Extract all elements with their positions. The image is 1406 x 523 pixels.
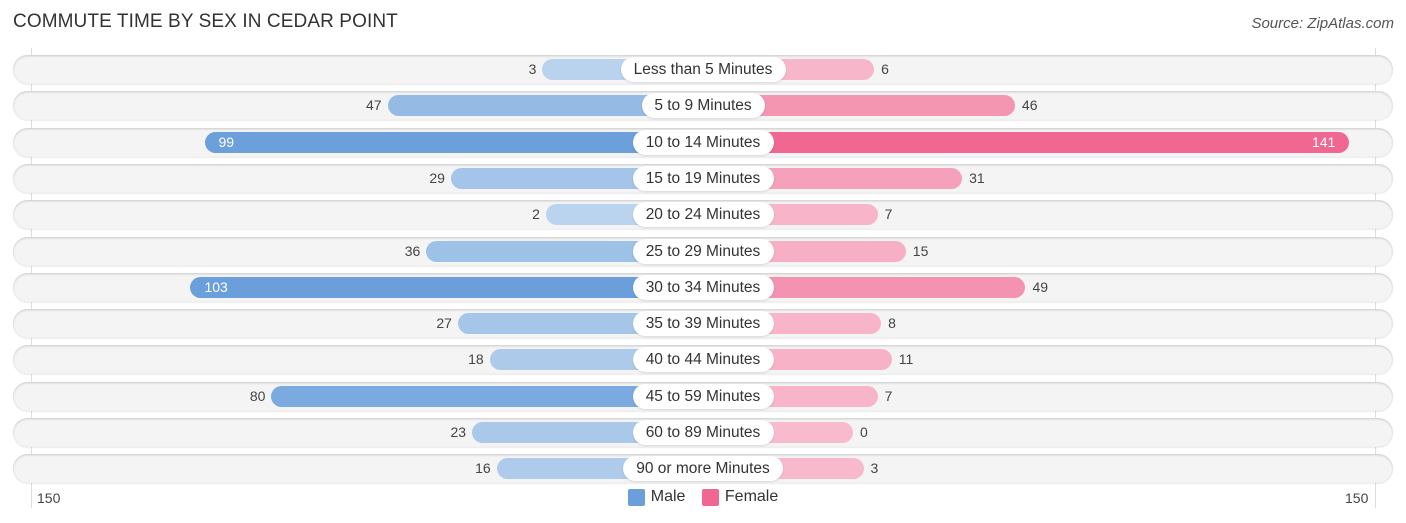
female-value-label: 31 bbox=[969, 169, 985, 186]
legend-item-male[interactable]: Male bbox=[627, 488, 686, 506]
category-label: Less than 5 Minutes bbox=[620, 57, 786, 82]
category-label: 90 or more Minutes bbox=[623, 456, 783, 482]
legend: Male Female bbox=[0, 488, 1406, 511]
male-value-label: 23 bbox=[450, 424, 467, 440]
legend-label-female: Female bbox=[724, 488, 779, 505]
male-bar[interactable] bbox=[204, 131, 703, 153]
male-swatch-icon bbox=[627, 488, 645, 506]
female-value-label: 15 bbox=[912, 242, 929, 259]
female-value-label: 8 bbox=[888, 315, 896, 332]
female-value-label: 0 bbox=[860, 424, 868, 440]
source-label: Source: ZipAtlas.com bbox=[1251, 15, 1394, 32]
male-value-label: 16 bbox=[475, 460, 491, 477]
category-label: 5 to 9 Minutes bbox=[641, 93, 765, 119]
male-value-label: 2 bbox=[532, 206, 540, 223]
category-label: 35 to 39 Minutes bbox=[632, 311, 774, 337]
male-value-label: 103 bbox=[204, 278, 228, 295]
male-value-label: 80 bbox=[249, 387, 266, 404]
female-value-label: 49 bbox=[1032, 278, 1049, 295]
female-swatch-icon bbox=[701, 488, 719, 506]
chart-title: COMMUTE TIME BY SEX IN CEDAR POINT bbox=[13, 11, 398, 32]
male-value-label: 47 bbox=[365, 97, 382, 114]
male-value-label: 29 bbox=[429, 169, 445, 186]
male-value-label: 36 bbox=[404, 242, 421, 259]
legend-label-male: Male bbox=[650, 488, 686, 505]
female-value-label: 141 bbox=[1311, 133, 1336, 150]
male-value-label: 18 bbox=[468, 351, 484, 368]
male-bar[interactable] bbox=[190, 276, 703, 298]
category-label: 60 to 89 Minutes bbox=[632, 420, 774, 445]
female-value-label: 7 bbox=[884, 206, 893, 223]
category-label: 40 to 44 Minutes bbox=[632, 347, 774, 373]
male-value-label: 27 bbox=[436, 315, 452, 332]
category-label: 10 to 14 Minutes bbox=[632, 129, 774, 155]
female-value-label: 3 bbox=[870, 460, 879, 477]
category-label: 25 to 29 Minutes bbox=[632, 238, 774, 264]
category-label: 30 to 34 Minutes bbox=[632, 274, 774, 300]
male-value-label: 3 bbox=[528, 61, 537, 77]
female-value-label: 7 bbox=[884, 387, 893, 404]
female-value-label: 46 bbox=[1021, 97, 1038, 114]
male-value-label: 99 bbox=[218, 133, 235, 150]
female-bar[interactable] bbox=[703, 131, 1350, 153]
female-value-label: 11 bbox=[898, 351, 914, 368]
category-label: 20 to 24 Minutes bbox=[632, 202, 774, 228]
category-label: 15 to 19 Minutes bbox=[632, 165, 774, 191]
legend-item-female[interactable]: Female bbox=[701, 488, 779, 506]
category-label: 45 to 59 Minutes bbox=[632, 383, 774, 409]
female-value-label: 6 bbox=[881, 61, 889, 77]
